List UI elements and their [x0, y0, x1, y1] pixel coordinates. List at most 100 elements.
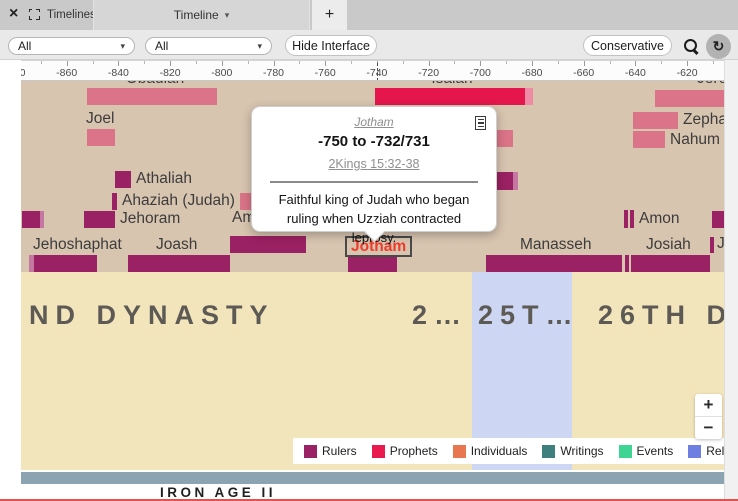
axis-tick-label: -660 [573, 67, 594, 79]
obadiah-bar[interactable] [87, 88, 217, 105]
axis-tick [584, 61, 585, 66]
tooltip-reference-link[interactable]: 2Kings 15:32-38 [252, 157, 496, 171]
expand-icon[interactable] [29, 9, 40, 20]
jeremiah-label[interactable]: Jeremiah [697, 81, 724, 88]
axis-minor-tick [454, 61, 455, 64]
filter-dropdown-1-value: All [18, 39, 31, 53]
axis-tick [325, 61, 326, 66]
dynasty-label-25t[interactable]: 25T… [478, 300, 580, 331]
jotham-bar[interactable] [348, 256, 397, 272]
zephaniah-bar[interactable] [633, 112, 678, 129]
axis-minor-tick [299, 61, 300, 64]
timeline-item-bar[interactable] [497, 130, 513, 147]
jehoshaphat-bar[interactable] [34, 255, 97, 272]
axis-minor-tick [144, 61, 145, 64]
jehoshaphat-bar[interactable] [29, 255, 34, 272]
sync-icon[interactable]: ↻ [706, 34, 731, 59]
legend-swatch-individuals [453, 445, 466, 458]
isaiah-bar[interactable] [525, 88, 533, 105]
new-tab-button[interactable]: + [312, 0, 347, 30]
timeline-item-bar[interactable] [712, 211, 724, 228]
legend-label: Prophets [390, 444, 438, 458]
joash-bar[interactable] [128, 255, 230, 272]
legend-label: Rulers [322, 444, 357, 458]
axis-tick [274, 61, 275, 66]
axis-minor-tick [558, 61, 559, 64]
timeline-axis[interactable]: -880-860-840-820-800-780-760-740-720-700… [21, 60, 724, 81]
ahaziah-judah-label[interactable]: Ahaziah (Judah) [122, 192, 235, 210]
axis-tick-label: -680 [521, 67, 542, 79]
filter-dropdown-2[interactable]: All ▾ [145, 37, 272, 55]
isaiah-bar[interactable] [375, 88, 525, 105]
dynasty-label-26th-dynasty[interactable]: 26TH DYNASTY [598, 300, 724, 331]
joash-label[interactable]: Joash [156, 236, 197, 254]
j-bar[interactable] [710, 237, 714, 253]
axis-tick-label: -760 [315, 67, 336, 79]
legend-label: Writings [560, 444, 603, 458]
axis-minor-tick [403, 61, 404, 64]
timeline-item-bar[interactable] [513, 172, 518, 190]
axis-minor-tick [713, 61, 714, 64]
preset-dropdown-conservative[interactable]: Conservative [583, 35, 672, 56]
filter-dropdown-1[interactable]: All ▾ [8, 37, 135, 55]
axis-minor-tick [41, 61, 42, 64]
timeline-item-bar[interactable] [22, 211, 40, 228]
jehoram-bar[interactable] [84, 211, 115, 228]
ahaziah-judah-bar[interactable] [112, 193, 117, 210]
tab-timeline[interactable]: Timeline ▾ [93, 0, 310, 30]
left-gutter [0, 60, 21, 501]
manasseh-bar[interactable] [486, 255, 622, 272]
manasseh-label[interactable]: Manasseh [520, 236, 592, 254]
athaliah-label[interactable]: Athaliah [136, 170, 192, 188]
axis-tick [170, 61, 171, 66]
axis-tick [480, 61, 481, 66]
jehoshaphat-label[interactable]: Jehoshaphat [33, 236, 122, 254]
jehoram-label[interactable]: Jehoram [120, 210, 180, 228]
nahum-bar[interactable] [633, 131, 665, 148]
josiah-label[interactable]: Josiah [646, 236, 691, 254]
j-label[interactable]: J [717, 235, 724, 253]
filter-dropdown-2-value: All [155, 39, 168, 53]
axis-tick-label: -700 [470, 67, 491, 79]
amon-label[interactable]: Amon [639, 210, 680, 228]
athaliah-bar[interactable] [115, 171, 131, 188]
josiah-bar[interactable] [631, 255, 710, 272]
dynasty-label-2nd-dynasty[interactable]: 2ND DYNASTY [21, 300, 275, 331]
dynasty-label-2[interactable]: 2… [412, 300, 468, 331]
axis-tick-label: -720 [418, 67, 439, 79]
close-icon[interactable]: × [9, 5, 18, 23]
vertical-scrollbar[interactable] [724, 60, 738, 501]
amon-bar[interactable] [630, 210, 634, 228]
obadiah-label[interactable]: Obadiah [126, 81, 185, 88]
nahum-label[interactable]: Nahum [670, 131, 720, 149]
joel-bar[interactable] [87, 129, 115, 146]
axis-tick-label: -640 [625, 67, 646, 79]
timeline-item-bar[interactable] [625, 255, 629, 272]
legend-item-rulers: Rulers [304, 444, 357, 458]
chevron-down-icon: ▾ [225, 10, 230, 21]
axis-tick [67, 61, 68, 66]
search-icon[interactable] [684, 39, 700, 55]
tooltip-title-link[interactable]: Jotham [252, 115, 496, 129]
tooltip-divider [270, 181, 478, 183]
zephaniah-label[interactable]: Zephaniah [683, 111, 724, 129]
joel-label[interactable]: Joel [86, 110, 114, 128]
axis-tick-label: -820 [160, 67, 181, 79]
zoom-control: + − [695, 394, 722, 439]
jeremiah-bar[interactable] [655, 90, 724, 107]
zoom-out-button[interactable]: − [695, 417, 722, 439]
legend-swatch-writings [542, 445, 555, 458]
legend-swatch-religious-leaders [688, 445, 701, 458]
panel-title: Timelines [47, 9, 96, 21]
axis-minor-tick [351, 61, 352, 64]
amon-bar[interactable] [624, 210, 628, 228]
axis-tick-label: -780 [263, 67, 284, 79]
axis-tick [222, 61, 223, 66]
zoom-in-button[interactable]: + [695, 394, 722, 416]
note-icon[interactable] [475, 116, 486, 130]
isaiah-label[interactable]: Isaiah [431, 81, 472, 88]
timeline-item-bar[interactable] [40, 211, 44, 228]
hide-interface-button[interactable]: Hide Interface [285, 35, 377, 56]
tab-bar: × Timelines Timeline ▾ + [0, 0, 738, 30]
legend-item-prophets: Prophets [372, 444, 438, 458]
